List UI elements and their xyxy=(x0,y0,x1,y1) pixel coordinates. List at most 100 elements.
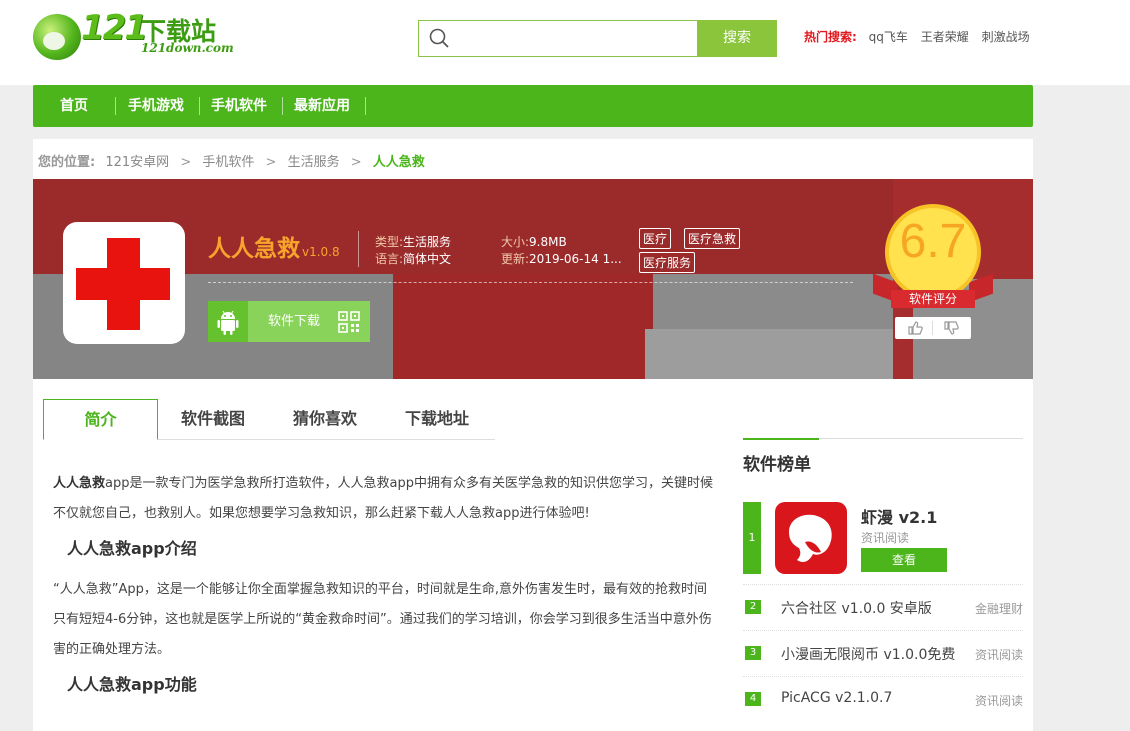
hot-search-item[interactable]: qq飞车 xyxy=(869,30,908,44)
app-size: 大小:9.8MB xyxy=(501,233,567,250)
intro-paragraph: 人人急救app是一款专门为医学急救所打造软件，人人急救app中拥有众多有关医学急… xyxy=(53,469,718,529)
hot-search-item[interactable]: 刺激战场 xyxy=(982,30,1030,44)
logo-domain: 121down.com xyxy=(141,41,234,55)
app-title: 人人急救 v1.0.8 xyxy=(208,229,340,263)
breadcrumb-separator: > xyxy=(350,155,362,170)
rank-number: 4 xyxy=(745,692,761,706)
thumbs-up-icon[interactable] xyxy=(907,320,923,336)
rank-number: 3 xyxy=(745,646,761,660)
app-icon xyxy=(775,502,847,574)
app-name[interactable]: 小漫画无限阅币 v1.0.0免费 xyxy=(781,644,955,664)
hot-search: 热门搜索: qq飞车 王者荣耀 刺激战场 xyxy=(804,28,1039,45)
top-bar: 121 下载站 121down.com 搜索 热门搜索: qq飞车 王者荣耀 刺… xyxy=(0,0,1130,85)
app-type-label: 类型: xyxy=(375,235,404,249)
app-update: 更新:2019-06-14 1... xyxy=(501,250,622,267)
logo-ball-icon xyxy=(33,14,81,60)
nav-item-home[interactable]: 首页 xyxy=(60,85,88,127)
nav-divider xyxy=(199,97,200,115)
tab-intro[interactable]: 简介 xyxy=(43,399,158,440)
download-button[interactable]: 软件下载 xyxy=(208,301,370,342)
logo-number: 121 xyxy=(81,8,148,48)
ranking-title: 软件榜单 xyxy=(743,455,811,475)
main-nav: 首页 手机游戏 手机软件 最新应用 xyxy=(33,85,1033,127)
app-tag[interactable]: 医疗服务 xyxy=(639,252,696,273)
search-input[interactable] xyxy=(459,23,689,54)
search-box xyxy=(418,20,698,57)
rank-number: 2 xyxy=(745,600,761,614)
app-language-value: 简体中文 xyxy=(403,252,452,266)
app-name[interactable]: PicACG v2.1.0.7 xyxy=(781,690,892,706)
divider xyxy=(743,438,819,440)
nav-divider xyxy=(282,97,283,115)
thumbs-down-icon[interactable] xyxy=(943,320,959,336)
app-tag[interactable]: 医疗 xyxy=(639,228,672,249)
qrcode-icon[interactable] xyxy=(338,311,360,333)
nav-item-software[interactable]: 手机软件 xyxy=(211,85,267,127)
section-heading: 人人急救app功能 xyxy=(67,675,197,694)
nav-item-games[interactable]: 手机游戏 xyxy=(128,85,184,127)
breadcrumb-separator: > xyxy=(265,155,277,170)
tab-recommend[interactable]: 猜你喜欢 xyxy=(275,399,375,440)
android-icon xyxy=(208,301,248,342)
vote-box xyxy=(895,317,971,339)
detail-tabs: 简介 软件截图 猜你喜欢 下载地址 xyxy=(43,399,495,440)
ranking-row[interactable]: 3 小漫画无限阅币 v1.0.0免费 资讯阅读 xyxy=(743,630,1023,676)
breadcrumb-item[interactable]: 手机软件 xyxy=(202,155,254,170)
breadcrumb: 您的位置: 121安卓网 > 手机软件 > 生活服务 > 人人急救 xyxy=(38,151,425,170)
intro-text: app是一款专门为医学急救所打造软件，人人急救app中拥有众多有关医学急救的知识… xyxy=(53,476,713,521)
breadcrumb-item[interactable]: 121安卓网 xyxy=(105,155,169,170)
ranking-row[interactable]: 4 PicACG v2.1.0.7 资讯阅读 xyxy=(743,676,1023,722)
tab-screenshots[interactable]: 软件截图 xyxy=(163,399,263,440)
divider xyxy=(208,282,853,283)
app-version: v1.0.8 xyxy=(302,245,340,259)
search-icon xyxy=(429,28,449,48)
view-button[interactable]: 查看 xyxy=(861,548,947,572)
app-category: 资讯阅读 xyxy=(861,531,910,545)
tab-download[interactable]: 下载地址 xyxy=(387,399,487,440)
app-size-label: 大小: xyxy=(501,235,530,249)
app-size-value: 9.8MB xyxy=(529,235,567,249)
app-type-value: 生活服务 xyxy=(403,235,452,249)
article: 人人急救app是一款专门为医学急救所打造软件，人人急救app中拥有众多有关医学急… xyxy=(53,469,718,711)
download-label: 软件下载 xyxy=(268,314,321,329)
divider xyxy=(358,231,359,267)
app-name[interactable]: 虾漫 v2.1 xyxy=(861,504,937,528)
app-icon xyxy=(63,222,185,344)
app-category: 金融理财 xyxy=(974,602,1023,616)
app-banner: 人人急救 v1.0.8 类型:生活服务 语言:简体中文 大小:9.8MB 更新:2… xyxy=(33,179,1033,379)
app-update-label: 更新: xyxy=(501,252,530,266)
main-content: 您的位置: 121安卓网 > 手机软件 > 生活服务 > 人人急救 人人急救 v1… xyxy=(33,139,1033,731)
app-category: 资讯阅读 xyxy=(974,648,1023,662)
divider xyxy=(932,321,933,335)
red-cross-icon xyxy=(76,268,170,300)
app-update-value: 2019-06-14 1... xyxy=(529,252,622,266)
breadcrumb-label: 您的位置: xyxy=(38,155,96,170)
nav-divider xyxy=(365,97,366,115)
nav-item-latest[interactable]: 最新应用 xyxy=(294,85,350,127)
nav-divider xyxy=(115,97,116,115)
hot-search-label: 热门搜索: xyxy=(804,30,857,44)
score-value: 6.7 xyxy=(899,215,967,268)
app-type: 类型:生活服务 xyxy=(375,233,451,250)
ranking-top-item[interactable]: 1 虾漫 v2.1 资讯阅读 查看 xyxy=(743,502,1023,578)
search-button[interactable]: 搜索 xyxy=(697,20,777,57)
breadcrumb-current: 人人急救 xyxy=(372,155,425,170)
banner-bg-block xyxy=(393,274,653,379)
description-paragraph: “人人急救”App，这是一个能够让你全面掌握急救知识的平台，时间就是生命,意外伤… xyxy=(53,582,712,657)
app-tag[interactable]: 医疗急救 xyxy=(684,228,741,249)
intro-bold: 人人急救 xyxy=(53,476,106,491)
app-name[interactable]: 六合社区 v1.0.0 安卓版 xyxy=(781,598,932,618)
app-category: 资讯阅读 xyxy=(974,694,1023,708)
app-language: 语言:简体中文 xyxy=(375,250,451,267)
score-badge: 6.7 软件评分 xyxy=(873,204,993,344)
rank-number: 1 xyxy=(743,502,761,574)
hot-search-item[interactable]: 王者荣耀 xyxy=(921,30,969,44)
app-language-label: 语言: xyxy=(375,252,404,266)
app-name: 人人急救 xyxy=(208,236,300,262)
section-heading: 人人急救app介绍 xyxy=(67,539,197,558)
site-logo[interactable]: 121 下载站 121down.com xyxy=(33,8,234,62)
breadcrumb-item[interactable]: 生活服务 xyxy=(288,155,340,170)
ranking-row[interactable]: 2 六合社区 v1.0.0 安卓版 金融理财 xyxy=(743,584,1023,630)
score-label: 软件评分 xyxy=(891,290,975,308)
breadcrumb-separator: > xyxy=(180,155,192,170)
